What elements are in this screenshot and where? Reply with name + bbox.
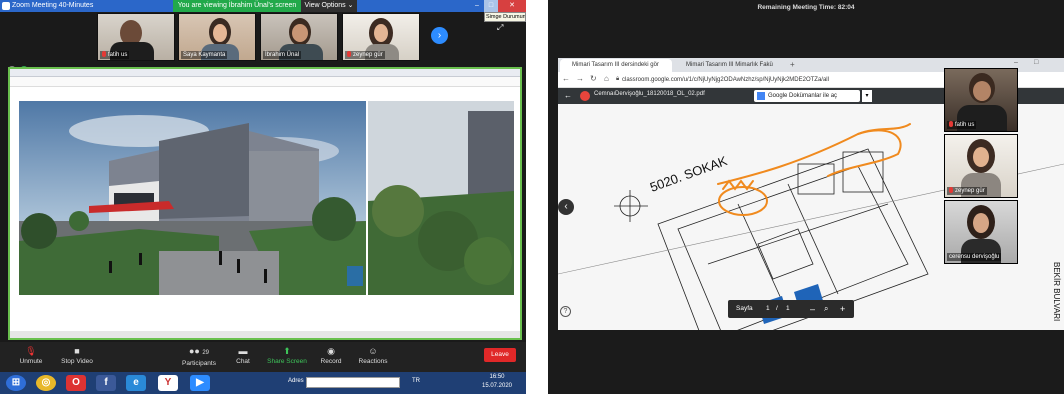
chat-icon: ▬ bbox=[238, 346, 248, 356]
reactions-button[interactable]: ☺ Reactions bbox=[348, 342, 398, 372]
participants-button[interactable]: ●● 29 Participants bbox=[174, 342, 224, 372]
windows-taskbar: ⊞ ◎ O f e Y ▶ Adres TR 16:50 15.07.2020 bbox=[0, 372, 526, 394]
clock-time[interactable]: 16:50 bbox=[480, 374, 514, 380]
maximize-icon[interactable]: □ bbox=[484, 0, 498, 12]
participant-thumb[interactable]: zeynep gür bbox=[342, 13, 420, 61]
zoom-window: Zoom Meeting 40-Minutes – □ ✕ You are vi… bbox=[0, 0, 526, 394]
architecture-render bbox=[19, 101, 366, 295]
mic-muted-icon bbox=[102, 51, 106, 57]
chevron-right-icon: › bbox=[437, 30, 442, 41]
page-current[interactable]: 1 bbox=[766, 300, 770, 318]
remaining-time: Remaining Meeting Time: 82:04 bbox=[757, 4, 855, 11]
viewer-toolbar bbox=[10, 69, 520, 77]
open-with-google-docs-button[interactable]: Google Dokümanlar ile aç bbox=[754, 90, 860, 102]
shared-screen bbox=[8, 67, 522, 340]
tooltip: Simge Durumuna bbox=[484, 12, 526, 22]
page-total: 1 bbox=[786, 305, 790, 312]
leave-button[interactable]: Leave bbox=[484, 348, 516, 362]
start-icon[interactable]: ⊞ bbox=[6, 375, 26, 391]
participant-name: fatih us bbox=[108, 52, 128, 58]
previous-page-button[interactable]: ‹ bbox=[558, 199, 574, 215]
forward-icon[interactable]: → bbox=[576, 74, 584, 83]
page-label: Sayfa bbox=[736, 305, 753, 312]
zoom-in-icon[interactable]: + bbox=[840, 300, 845, 318]
page-separator: / bbox=[776, 305, 778, 312]
participant-thumb[interactable]: fatih us bbox=[97, 13, 175, 61]
google-docs-icon bbox=[757, 92, 765, 100]
ie-icon[interactable]: e bbox=[126, 375, 146, 391]
meeting-view: Remaining Meeting Time: 82:04 Mimari Tas… bbox=[548, 0, 1064, 394]
mic-muted-icon bbox=[949, 121, 953, 127]
view-options-button[interactable]: View Options ⌄ bbox=[301, 0, 357, 12]
zoom-logo-icon bbox=[2, 2, 10, 10]
reactions-icon: ☺ bbox=[368, 346, 378, 356]
page-navigator: Sayfa 1 / 1 – ⌕ + bbox=[728, 300, 854, 318]
yandex-icon[interactable]: Y bbox=[158, 375, 178, 391]
new-tab-icon[interactable]: + bbox=[790, 60, 795, 69]
meeting-controls: 🎙︎ Unmute ■ Stop Video ●● 29 Participants ▬… bbox=[0, 342, 526, 372]
lock-icon: 🔒︎ bbox=[616, 76, 620, 82]
language-indicator[interactable]: TR bbox=[412, 378, 420, 384]
clock-date[interactable]: 15.07.2020 bbox=[480, 383, 514, 389]
next-page-button[interactable]: › bbox=[431, 27, 448, 44]
pdf-filename: CemnaıDervişoğlu_18120018_OL_02.pdf bbox=[594, 91, 705, 97]
chrome-icon[interactable]: ◎ bbox=[36, 375, 56, 391]
participant-name: İbrahim Ünal bbox=[265, 52, 300, 58]
unmute-button[interactable]: 🎙︎ Unmute bbox=[6, 342, 56, 372]
participant-video[interactable]: cerensu dervişoğlu bbox=[944, 200, 1018, 264]
pdf-icon bbox=[580, 91, 590, 101]
mic-muted-icon: 🎙︎ bbox=[25, 346, 37, 356]
participant-video[interactable]: fatih us bbox=[944, 68, 1018, 132]
facebook-icon[interactable]: f bbox=[96, 375, 116, 391]
magnifier-icon[interactable]: ⌕ bbox=[824, 300, 828, 318]
mic-muted-icon bbox=[949, 187, 953, 193]
video-icon: ■ bbox=[74, 346, 80, 356]
minimize-icon[interactable]: – bbox=[470, 0, 484, 12]
viewer-menu bbox=[10, 77, 520, 87]
fullscreen-icon[interactable]: ⤢ bbox=[497, 23, 503, 33]
participant-name: Saya Kaymanta bbox=[183, 52, 226, 58]
participants-icon: ●● 29 bbox=[188, 346, 210, 356]
back-arrow-icon[interactable]: ← bbox=[564, 91, 572, 100]
horizontal-scrollbar[interactable] bbox=[10, 331, 520, 338]
home-icon[interactable]: ⌂ bbox=[604, 74, 609, 83]
address-input[interactable] bbox=[306, 377, 400, 388]
drawing-boulevard-label: BEKİR BULVARI bbox=[1052, 262, 1061, 321]
chat-button[interactable]: ▬ Chat bbox=[218, 342, 268, 372]
viewing-banner: You are viewing İbrahim Ünal's screen bbox=[173, 0, 301, 12]
participant-thumb[interactable]: Saya Kaymanta bbox=[178, 13, 256, 61]
back-icon[interactable]: ← bbox=[562, 74, 570, 83]
participant-name: zeynep gür bbox=[353, 52, 383, 58]
stop-video-button[interactable]: ■ Stop Video bbox=[52, 342, 102, 372]
reload-icon[interactable]: ↻ bbox=[590, 74, 597, 83]
share-screen-icon: ⬆ bbox=[283, 346, 291, 356]
zoom-app-icon[interactable]: ▶ bbox=[190, 375, 210, 391]
opera-icon[interactable]: O bbox=[66, 375, 86, 391]
tab-1[interactable]: Mimari Tasarım III dersindeki gör bbox=[560, 59, 672, 72]
url-field[interactable]: classroom.google.com/u/1/c/NjUyNjg2ODAwN… bbox=[622, 75, 952, 85]
participant-thumb[interactable]: İbrahim Ünal bbox=[260, 13, 338, 61]
window-title: Zoom Meeting 40-Minutes bbox=[12, 2, 94, 9]
minimize-icon[interactable]: – bbox=[1014, 59, 1018, 66]
share-screen-button[interactable]: ⬆ Share Screen bbox=[262, 342, 312, 372]
help-icon[interactable]: ? bbox=[560, 306, 571, 317]
participants-count: 29 bbox=[202, 350, 210, 356]
close-icon[interactable]: ✕ bbox=[498, 0, 526, 12]
architecture-render-2 bbox=[368, 101, 514, 295]
address-label: Adres bbox=[288, 378, 304, 384]
tab-2[interactable]: Mimari Tasarım III Mimarlık Fakü bbox=[674, 59, 786, 72]
mic-muted-icon bbox=[347, 51, 351, 57]
zoom-out-icon[interactable]: – bbox=[810, 300, 815, 318]
dropdown-icon[interactable]: ▾ bbox=[862, 90, 872, 102]
participant-video[interactable]: zeynep gür bbox=[944, 134, 1018, 198]
maximize-icon[interactable]: □ bbox=[1034, 59, 1038, 66]
